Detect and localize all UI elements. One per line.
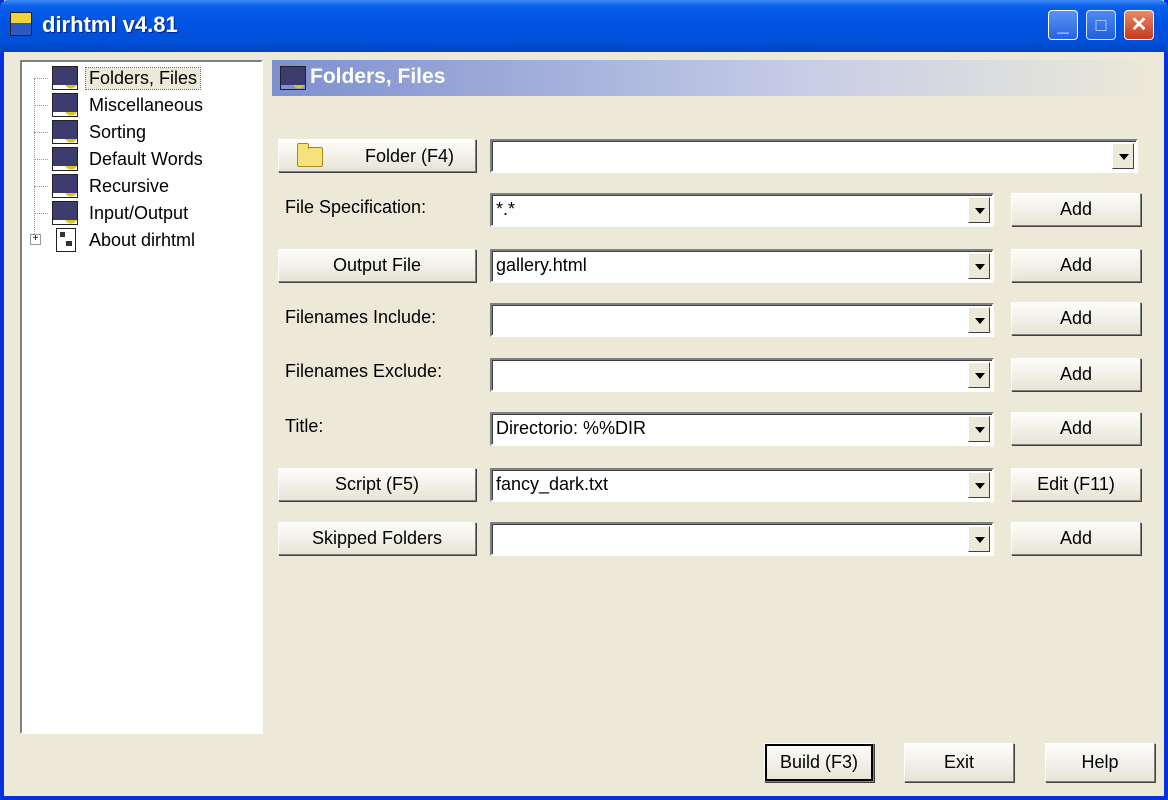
tree-item-label: Recursive: [89, 175, 170, 196]
skipped-folders-button[interactable]: Skipped Folders: [278, 522, 476, 555]
minimize-icon: _: [1057, 14, 1069, 36]
folder-button[interactable]: Folder (F4): [278, 139, 476, 172]
filenames-include-add-button[interactable]: Add: [1011, 302, 1141, 335]
tree-item-label: Input/Output: [89, 202, 189, 223]
title-combo[interactable]: Directorio: %%DIR: [490, 412, 994, 446]
maximize-icon: □: [1095, 15, 1107, 35]
tree-item-folders-files[interactable]: Folders, Files: [52, 65, 202, 91]
script-button[interactable]: Script (F5): [278, 468, 476, 501]
tree-connector: [34, 78, 35, 238]
tree-item-label: Default Words: [89, 148, 203, 169]
settings-gear-icon: [52, 174, 78, 198]
panel-header: Folders, Files: [272, 60, 1153, 96]
dropdown-arrow-icon[interactable]: [968, 472, 990, 498]
app-window: dirhtml v4.81 _ □ ✕ + Folders, Files Mis…: [0, 0, 1168, 800]
output-file-value: gallery.html: [496, 255, 587, 275]
file-specification-combo[interactable]: *.*: [490, 193, 994, 227]
build-button[interactable]: Build (F3): [764, 743, 874, 782]
script-value: fancy_dark.txt: [496, 474, 609, 494]
title-label: Title:: [285, 416, 324, 436]
tree-item-about-dirhtml[interactable]: About dirhtml: [52, 227, 198, 253]
maximize-button[interactable]: □: [1086, 10, 1116, 40]
dropdown-arrow-icon[interactable]: [968, 197, 990, 223]
tree-item-sorting[interactable]: Sorting: [52, 119, 149, 145]
folder-combo[interactable]: [490, 139, 1138, 173]
title-value: Directorio: %%DIR: [496, 418, 647, 438]
tree-connector: [34, 213, 48, 214]
folder-button-label: Folder (F4): [365, 146, 455, 166]
panel-title: Folders, Files: [310, 65, 446, 88]
app-icon: [10, 12, 32, 36]
category-tree[interactable]: + Folders, Files Miscellaneous Sorting D…: [20, 60, 263, 734]
dropdown-arrow-icon[interactable]: [968, 307, 990, 333]
tree-item-label: Miscellaneous: [89, 94, 204, 115]
tree-item-input-output[interactable]: Input/Output: [52, 200, 191, 226]
output-file-add-button[interactable]: Add: [1011, 249, 1141, 282]
filenames-exclude-label: Filenames Exclude:: [285, 361, 443, 381]
tree-connector: [34, 105, 48, 106]
tree-structure-icon: [56, 228, 76, 252]
settings-gear-icon: [52, 120, 78, 144]
filenames-exclude-add-button[interactable]: Add: [1011, 358, 1141, 391]
tree-expander-icon[interactable]: +: [30, 234, 41, 245]
dropdown-arrow-icon[interactable]: [968, 362, 990, 388]
tree-item-label: Folders, Files: [84, 66, 202, 90]
title-add-button[interactable]: Add: [1011, 412, 1141, 445]
title-bar: dirhtml v4.81 _ □ ✕: [0, 0, 1168, 52]
dropdown-arrow-icon[interactable]: [968, 526, 990, 552]
tree-connector: [34, 78, 48, 79]
filenames-include-combo[interactable]: [490, 303, 994, 337]
exit-button[interactable]: Exit: [904, 743, 1014, 782]
tree-item-default-words[interactable]: Default Words: [52, 146, 206, 172]
close-icon: ✕: [1130, 14, 1148, 36]
dropdown-arrow-icon[interactable]: [1112, 143, 1134, 169]
file-specification-add-button[interactable]: Add: [1011, 193, 1141, 226]
dropdown-arrow-icon[interactable]: [968, 416, 990, 442]
skipped-folders-combo[interactable]: [490, 522, 994, 556]
folder-icon: [297, 143, 323, 167]
settings-gear-icon: [52, 147, 78, 171]
settings-gear-icon: [52, 66, 78, 90]
file-specification-value: *.*: [496, 199, 516, 219]
minimize-button[interactable]: _: [1048, 10, 1078, 40]
tree-connector: [34, 132, 48, 133]
tree-item-miscellaneous[interactable]: Miscellaneous: [52, 92, 206, 118]
tree-connector: [34, 159, 48, 160]
tree-item-recursive[interactable]: Recursive: [52, 173, 172, 199]
tree-item-label: Sorting: [89, 121, 147, 142]
settings-gear-icon: [52, 93, 78, 117]
settings-gear-icon: [280, 66, 306, 90]
output-file-button[interactable]: Output File: [278, 249, 476, 282]
filenames-include-label: Filenames Include:: [285, 307, 437, 327]
skipped-folders-add-button[interactable]: Add: [1011, 522, 1141, 555]
help-button[interactable]: Help: [1045, 743, 1155, 782]
script-combo[interactable]: fancy_dark.txt: [490, 468, 994, 502]
dropdown-arrow-icon[interactable]: [968, 253, 990, 279]
settings-gear-icon: [52, 201, 78, 225]
file-specification-label: File Specification:: [285, 197, 427, 217]
window-title: dirhtml v4.81: [42, 12, 178, 37]
output-file-combo[interactable]: gallery.html: [490, 249, 994, 283]
tree-connector: [34, 186, 48, 187]
close-button[interactable]: ✕: [1124, 10, 1154, 40]
filenames-exclude-combo[interactable]: [490, 358, 994, 392]
script-edit-button[interactable]: Edit (F11): [1011, 468, 1141, 501]
tree-item-label: About dirhtml: [89, 229, 196, 250]
